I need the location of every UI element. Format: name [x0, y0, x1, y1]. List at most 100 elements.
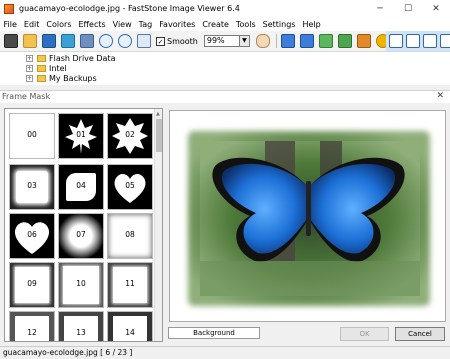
menu-edit[interactable]: Edit — [20, 20, 43, 29]
cancel-button[interactable]: Cancel — [395, 327, 445, 341]
mask-number: 14 — [125, 328, 135, 337]
menu-view[interactable]: View — [109, 20, 135, 29]
menu-settings[interactable]: Settings — [259, 20, 299, 29]
mask-number: 05 — [125, 181, 135, 190]
mask-thumbnail-03[interactable]: 03 — [9, 164, 55, 210]
menu-colors[interactable]: Colors — [43, 20, 75, 29]
mask-thumbnail-14[interactable]: 14 — [107, 311, 153, 341]
maximize-icon[interactable]: ☐ — [394, 0, 422, 17]
mask-number: 01 — [76, 130, 86, 139]
title-bar: guacamayo-ecolodge.jpg - FastStone Image… — [0, 0, 450, 17]
mask-thumbnail-08[interactable]: 08 — [107, 213, 153, 259]
mask-thumbnail-01[interactable]: 01 — [58, 113, 104, 159]
close-icon[interactable]: ✕ — [422, 0, 450, 17]
mask-number: 08 — [125, 230, 135, 239]
mask-thumbnail-05[interactable]: 05 — [107, 164, 153, 210]
menu-effects[interactable]: Effects — [75, 20, 109, 29]
menu-file[interactable]: File — [0, 20, 20, 29]
fullscreen-view-icon[interactable] — [423, 34, 437, 48]
folder-tree: + Flash Drive Data + Intel + My Backups — [0, 52, 450, 85]
crop-icon[interactable] — [337, 34, 352, 48]
zoom-in-icon[interactable] — [99, 34, 113, 48]
image-export-icon[interactable] — [61, 34, 75, 48]
mask-thumbnail-00[interactable]: 00 — [9, 113, 55, 159]
status-bar: guacamayo-ecolodge.jpg [ 6 / 23 ] — [0, 346, 450, 359]
tree-item-label: Flash Drive Data — [49, 53, 116, 63]
mask-thumbnail-04[interactable]: 04 — [58, 164, 104, 210]
thumbnail-scrollbar[interactable]: ▲ — [154, 109, 162, 341]
mask-thumbnail-10[interactable]: 10 — [58, 262, 104, 308]
scrollbar-thumb[interactable] — [156, 119, 162, 152]
mask-number: 12 — [27, 328, 37, 337]
rotate-right-icon[interactable] — [299, 34, 314, 48]
dialog-title: Frame Mask — [2, 92, 51, 101]
mask-number: 09 — [27, 279, 37, 288]
toolbar: ✓ Smooth 99% ▼ — [0, 31, 450, 52]
scroll-up-icon[interactable]: ▲ — [156, 111, 160, 117]
mask-number: 11 — [125, 279, 135, 288]
menu-tools[interactable]: Tools — [232, 20, 259, 29]
resize-icon[interactable] — [318, 34, 333, 48]
menu-create[interactable]: Create — [199, 20, 233, 29]
thumbnail-view-icon[interactable] — [406, 34, 420, 48]
tree-item-label: My Backups — [49, 73, 97, 83]
expand-icon[interactable]: + — [26, 64, 33, 72]
details-view-icon[interactable] — [440, 34, 450, 48]
email-icon[interactable] — [80, 34, 94, 48]
color-adjust-icon[interactable] — [356, 34, 371, 48]
mask-thumbnail-12[interactable]: 12 — [9, 311, 55, 341]
background-button[interactable]: Background — [168, 327, 260, 339]
rotate-left-icon[interactable] — [280, 34, 295, 48]
mask-thumbnail-11[interactable]: 11 — [107, 262, 153, 308]
zoom-select[interactable]: 99% — [203, 35, 240, 47]
app-icon — [4, 3, 14, 14]
smooth-label: Smooth — [167, 36, 198, 46]
actual-size-icon[interactable] — [137, 34, 151, 48]
mask-number: 00 — [27, 130, 37, 139]
menu-tag[interactable]: Tag — [135, 20, 156, 29]
chevron-down-icon[interactable]: ▼ — [239, 35, 250, 47]
mask-number: 03 — [27, 181, 37, 190]
window-controls: ─ ☐ ✕ — [366, 0, 450, 17]
browser-view-icon[interactable] — [389, 34, 403, 48]
camera-icon[interactable] — [4, 34, 18, 48]
tree-item-my-backups[interactable]: + My Backups — [26, 73, 97, 83]
expand-icon[interactable]: + — [26, 54, 33, 62]
dialog-title-bar: Frame Mask ✕ — [0, 90, 450, 103]
mask-thumbnail-02[interactable]: 02 — [107, 113, 153, 159]
tree-item-label: Intel — [49, 63, 67, 73]
save-icon[interactable] — [42, 34, 56, 48]
mask-thumbnail-09[interactable]: 09 — [9, 262, 55, 308]
hand-icon[interactable] — [255, 34, 270, 48]
mask-thumbnail-grid: 00 01 02 03 04 05 06 07 08 09 10 11 12 1… — [4, 108, 163, 342]
mask-number: 07 — [76, 230, 86, 239]
folder-icon — [37, 54, 46, 62]
mask-thumbnail-06[interactable]: 06 — [9, 213, 55, 259]
mask-number: 06 — [27, 230, 37, 239]
mask-number: 10 — [76, 279, 86, 288]
butterfly-photo — [170, 111, 445, 321]
mask-number: 04 — [76, 181, 86, 190]
toolbar-separator — [275, 34, 277, 48]
tree-item-flash-drive-data[interactable]: + Flash Drive Data — [26, 53, 115, 63]
mask-thumbnail-13[interactable]: 13 — [58, 311, 104, 341]
minimize-icon[interactable]: ─ — [366, 0, 394, 17]
menu-favorites[interactable]: Favorites — [156, 20, 199, 29]
menu-bar: File Edit Colors Effects View Tag Favori… — [0, 17, 450, 31]
mask-thumbnail-07[interactable]: 07 — [58, 213, 104, 259]
view-mode-group — [386, 31, 450, 51]
smooth-checkbox-box[interactable]: ✓ — [156, 36, 165, 46]
open-folder-icon[interactable] — [23, 34, 37, 48]
mask-preview-pane — [169, 110, 446, 322]
window-title: guacamayo-ecolodge.jpg - FastStone Image… — [19, 4, 240, 13]
smooth-checkbox[interactable]: ✓ Smooth — [156, 36, 198, 46]
ok-button[interactable]: OK — [340, 327, 389, 341]
tree-item-intel[interactable]: + Intel — [26, 63, 67, 73]
folder-icon — [37, 64, 46, 72]
zoom-out-icon[interactable] — [118, 34, 132, 48]
mask-number: 02 — [125, 130, 135, 139]
folder-icon — [37, 74, 46, 82]
dialog-close-icon[interactable]: ✕ — [436, 91, 444, 101]
expand-icon[interactable]: + — [26, 74, 33, 82]
menu-help[interactable]: Help — [299, 20, 324, 29]
